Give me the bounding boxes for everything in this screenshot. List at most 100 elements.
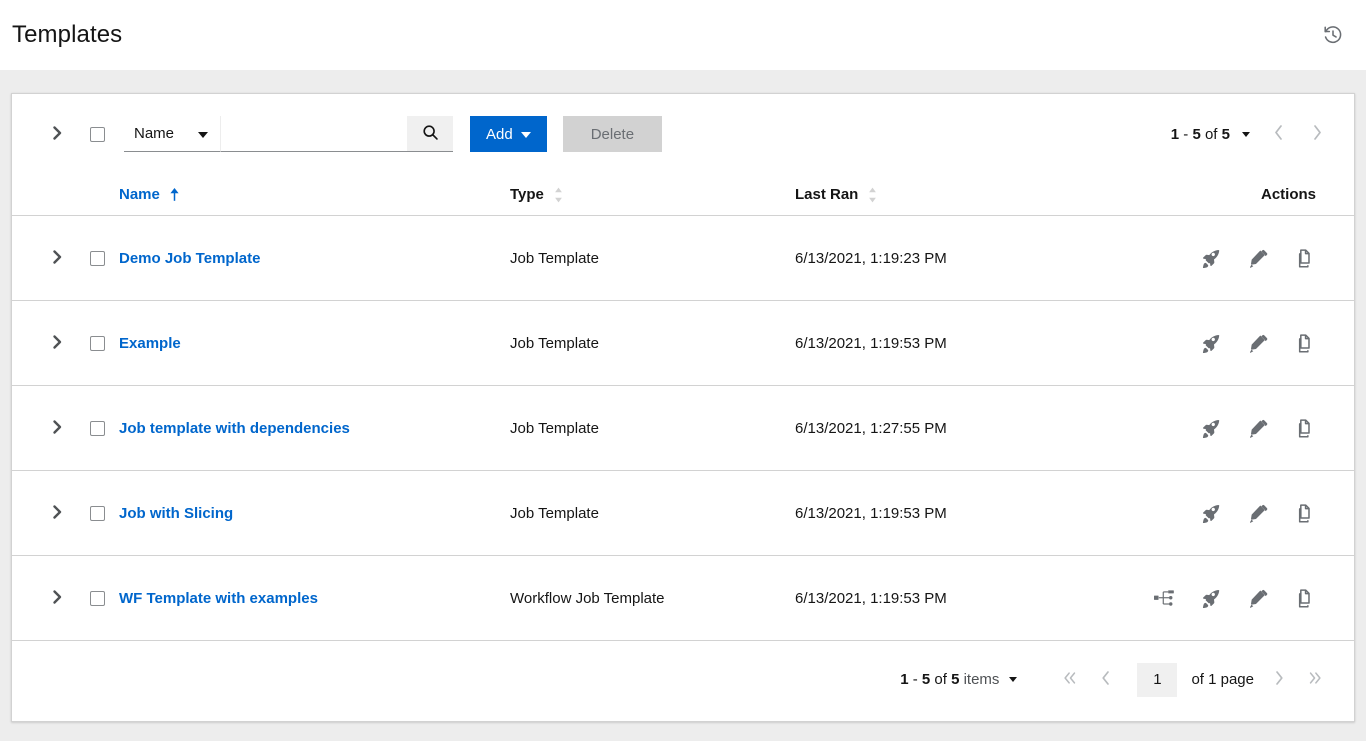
page-number-input[interactable] (1137, 663, 1177, 697)
chevron-right-icon (1311, 124, 1323, 144)
rocket-action-button[interactable] (1200, 587, 1223, 610)
expand-row-toggle[interactable] (39, 325, 75, 361)
rocket-action-button[interactable] (1200, 332, 1223, 355)
first-page-button[interactable] (1053, 663, 1087, 697)
copy-action-button[interactable] (1294, 332, 1316, 355)
row-last-ran-cell: 6/13/2021, 1:19:23 PM (795, 250, 1135, 267)
row-select-checkbox[interactable] (90, 421, 105, 436)
search-field-select[interactable]: Name (124, 116, 221, 152)
pencil-action-button[interactable] (1247, 587, 1270, 610)
bottom-range-start: 1 (900, 671, 908, 688)
chevron-left-icon (1100, 670, 1112, 689)
bottom-pagination: 1 - 5 of 5 items of 1 page (12, 641, 1354, 718)
bottom-range-dash: - (909, 671, 922, 688)
delete-button[interactable]: Delete (563, 116, 662, 152)
row-last-ran-cell: 6/13/2021, 1:27:55 PM (795, 420, 1135, 437)
pencil-action-button[interactable] (1247, 502, 1270, 525)
pencil-icon (1249, 426, 1268, 441)
template-name-link[interactable]: WF Template with examples (119, 590, 318, 607)
delete-button-label: Delete (591, 126, 634, 143)
rocket-action-button[interactable] (1200, 417, 1223, 440)
pencil-action-button[interactable] (1247, 417, 1270, 440)
pencil-action-button[interactable] (1247, 332, 1270, 355)
expand-row-toggle[interactable] (39, 240, 75, 276)
row-checkbox-cell (75, 506, 119, 521)
search-filter-group: Name (124, 116, 453, 152)
row-type-cell: Workflow Job Template (510, 590, 795, 607)
copy-action-button[interactable] (1294, 417, 1316, 440)
chevron-down-icon (1009, 677, 1017, 682)
top-pagination: 1 - 5 of 5 (1171, 117, 1334, 151)
last-page-button[interactable] (1298, 663, 1332, 697)
template-name-link[interactable]: Example (119, 335, 181, 352)
row-select-checkbox[interactable] (90, 506, 105, 521)
search-input[interactable] (221, 116, 407, 152)
sort-unsorted-icon (553, 187, 564, 203)
bottom-per-page-toggle[interactable] (1001, 671, 1025, 688)
rocket-action-button[interactable] (1200, 247, 1223, 270)
template-name-link[interactable]: Demo Job Template (119, 250, 260, 267)
chevron-down-icon (198, 132, 208, 138)
copy-icon (1296, 426, 1314, 441)
row-checkbox-cell (75, 421, 119, 436)
expand-row-toggle[interactable] (39, 495, 75, 531)
rocket-icon (1202, 426, 1221, 441)
header-actions (1318, 20, 1348, 50)
add-button-label: Add (486, 126, 513, 143)
add-button[interactable]: Add (470, 116, 547, 152)
template-name-link[interactable]: Job with Slicing (119, 505, 233, 522)
row-type-cell: Job Template (510, 250, 795, 267)
chevron-down-icon (1242, 132, 1250, 137)
top-pagination-dash: - (1179, 126, 1192, 143)
table-header-row: Name Type Last Ran (12, 174, 1354, 216)
search-button[interactable] (407, 116, 453, 152)
column-header-type-label: Type (510, 186, 544, 203)
row-actions-cell (1135, 587, 1334, 610)
row-action-buttons (1200, 332, 1334, 355)
pencil-action-button[interactable] (1247, 247, 1270, 270)
rocket-icon (1202, 256, 1221, 271)
column-header-name-label: Name (119, 186, 160, 203)
pencil-icon (1249, 596, 1268, 611)
search-icon (422, 124, 439, 144)
expand-all-toggle[interactable] (39, 116, 75, 152)
next-page-button[interactable] (1262, 663, 1296, 697)
row-last-ran-cell: 6/13/2021, 1:19:53 PM (795, 505, 1135, 522)
top-next-page-button[interactable] (1300, 117, 1334, 151)
copy-icon (1296, 256, 1314, 271)
row-expand-cell (39, 325, 75, 361)
row-select-checkbox[interactable] (90, 591, 105, 606)
chevron-right-icon (52, 334, 63, 353)
page-title: Templates (12, 21, 122, 49)
rocket-action-button[interactable] (1200, 502, 1223, 525)
row-actions-cell (1135, 332, 1334, 355)
row-name-cell: Demo Job Template (119, 250, 510, 267)
history-icon-button[interactable] (1318, 20, 1348, 50)
rocket-icon (1202, 341, 1221, 356)
pencil-icon (1249, 256, 1268, 271)
row-last-ran-cell: 6/13/2021, 1:19:53 PM (795, 590, 1135, 607)
row-expand-cell (39, 580, 75, 616)
column-header-type[interactable]: Type (510, 186, 795, 203)
row-select-checkbox[interactable] (90, 251, 105, 266)
chevron-down-icon (521, 132, 531, 138)
copy-action-button[interactable] (1294, 247, 1316, 270)
row-actions-cell (1135, 247, 1334, 270)
workflow-visualizer-action-button[interactable] (1152, 587, 1176, 609)
select-all-checkbox[interactable] (90, 127, 105, 142)
column-header-last-ran[interactable]: Last Ran (795, 186, 1135, 203)
column-header-name[interactable]: Name (119, 186, 510, 203)
row-select-checkbox[interactable] (90, 336, 105, 351)
previous-page-button[interactable] (1089, 663, 1123, 697)
expand-row-toggle[interactable] (39, 580, 75, 616)
expand-row-toggle[interactable] (39, 410, 75, 446)
copy-action-button[interactable] (1294, 502, 1316, 525)
template-name-link[interactable]: Job template with dependencies (119, 420, 350, 437)
row-type-cell: Job Template (510, 335, 795, 352)
top-per-page-toggle[interactable] (1234, 126, 1258, 143)
top-previous-page-button[interactable] (1262, 117, 1296, 151)
copy-action-button[interactable] (1294, 587, 1316, 610)
copy-icon (1296, 341, 1314, 356)
row-actions-cell (1135, 502, 1334, 525)
chevron-left-icon (1273, 124, 1285, 144)
